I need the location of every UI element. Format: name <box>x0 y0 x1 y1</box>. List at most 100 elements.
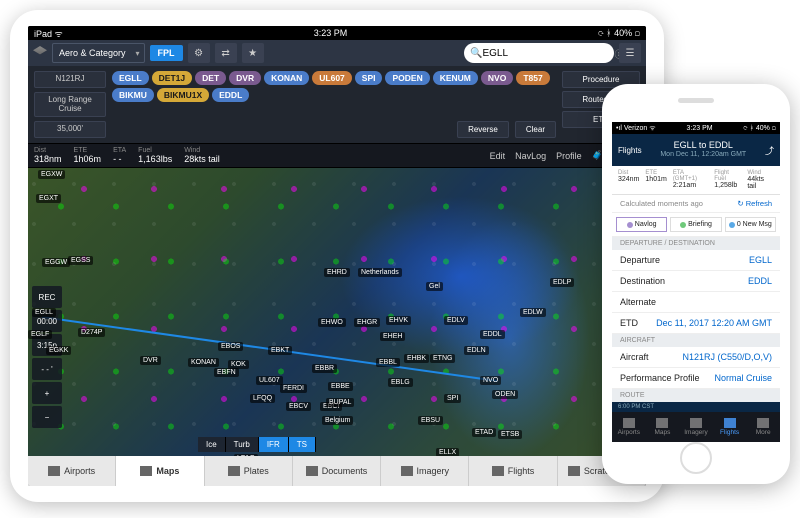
map-waypoint[interactable]: EDLP <box>550 278 574 287</box>
map-waypoint[interactable]: ODEN <box>492 390 518 399</box>
ip-nav-flights[interactable]: Flights <box>713 412 747 442</box>
edit-button[interactable]: Edit <box>490 151 506 161</box>
map-waypoint[interactable]: D274P <box>78 328 105 337</box>
nav-maps[interactable]: Maps <box>116 456 204 486</box>
map-waypoint[interactable]: ETAD <box>472 428 496 437</box>
map-waypoint[interactable]: Netherlands <box>358 268 402 277</box>
map-waypoint[interactable]: EGGW <box>42 258 70 267</box>
ice-button[interactable]: Ice <box>198 437 226 452</box>
route-chip[interactable]: UL607 <box>312 71 352 85</box>
map-waypoint[interactable]: EHVK <box>386 316 411 325</box>
route-chip[interactable]: NVO <box>481 71 513 85</box>
map-waypoint[interactable]: DVR <box>140 356 161 365</box>
route-chip[interactable]: KONAN <box>264 71 309 85</box>
profile-button[interactable]: Profile <box>556 151 582 161</box>
ifr-button[interactable]: IFR <box>259 437 289 452</box>
altitude-box[interactable]: 35,000' <box>34 121 106 138</box>
layers-icon[interactable] <box>33 46 47 60</box>
refresh-button[interactable]: ↻ Refresh <box>737 199 772 208</box>
search-box[interactable]: 🔍 ⓧ <box>464 43 614 63</box>
map-waypoint[interactable]: EDLW <box>520 308 546 317</box>
map-waypoint[interactable]: EDLV <box>444 316 468 325</box>
map-waypoint[interactable]: EBBL <box>376 358 400 367</box>
map-waypoint[interactable]: FERDI <box>280 384 307 393</box>
route-chip[interactable]: BIKMU <box>112 88 154 102</box>
map-waypoint[interactable]: EHGR <box>354 318 380 327</box>
ip-nav-maps[interactable]: Maps <box>646 412 680 442</box>
map-waypoint[interactable]: EBKT <box>268 346 292 355</box>
alt-readout[interactable]: - - ' <box>32 358 62 380</box>
row-perf[interactable]: Performance ProfileNormal Cruise <box>612 368 780 389</box>
route-chip[interactable]: KENUM <box>433 71 478 85</box>
route-chip[interactable]: T857 <box>516 71 549 85</box>
row-etd[interactable]: ETDDec 11, 2017 12:20 AM GMT <box>612 313 780 334</box>
aircraft-id[interactable]: N121RJ <box>34 71 106 88</box>
map-waypoint[interactable]: EBBE <box>328 382 353 391</box>
row-alternate[interactable]: Alternate <box>612 292 780 313</box>
map-waypoint[interactable]: EGXW <box>38 170 65 179</box>
tab-briefing[interactable]: Briefing <box>670 217 721 232</box>
map-waypoint[interactable]: Belgium <box>322 416 353 425</box>
ip-nav-more[interactable]: More <box>746 412 780 442</box>
shuffle-icon[interactable]: ⇄ <box>215 43 237 63</box>
gear-icon[interactable]: ⚙ <box>188 43 210 63</box>
route-chip[interactable]: SPI <box>355 71 383 85</box>
back-button[interactable]: Flights <box>618 146 642 155</box>
zoom-in-button[interactable]: + <box>32 382 62 404</box>
map-waypoint[interactable]: EBLG <box>388 378 413 387</box>
map-waypoint[interactable]: EGLF <box>28 330 52 339</box>
map-waypoint[interactable]: EGSS <box>68 256 93 265</box>
ip-nav-imagery[interactable]: Imagery <box>679 412 713 442</box>
map-waypoint[interactable]: EGKK <box>46 346 71 355</box>
map-waypoint[interactable]: UL607 <box>256 376 283 385</box>
nav-plates[interactable]: Plates <box>205 456 293 486</box>
ts-button[interactable]: TS <box>289 437 316 452</box>
route-chip[interactable]: DET1J <box>152 71 192 85</box>
map-waypoint[interactable]: SPI <box>444 394 461 403</box>
map-view[interactable]: REC 00:00 3:15p - - ' + − Ice Turb IFR T… <box>28 168 646 478</box>
map-waypoint[interactable]: EBFN <box>214 368 239 377</box>
map-waypoint[interactable]: NVO <box>480 376 501 385</box>
map-waypoint[interactable]: EGXT <box>36 194 61 203</box>
map-waypoint[interactable]: EGLL <box>32 308 56 317</box>
layer-dropdown[interactable]: Aero & Category <box>52 43 145 63</box>
route-chip[interactable]: BIKMU1X <box>157 88 209 102</box>
map-waypoint[interactable]: EHRD <box>324 268 350 277</box>
tab-navlog[interactable]: Navlog <box>616 217 667 232</box>
share-icon[interactable]: ⤴ <box>765 144 774 157</box>
map-waypoint[interactable]: EBCV <box>286 402 311 411</box>
map-waypoint[interactable]: EBBR <box>312 364 337 373</box>
navlog-button[interactable]: NavLog <box>515 151 546 161</box>
search-input[interactable] <box>482 48 614 59</box>
rec-button[interactable]: REC <box>32 286 62 308</box>
reverse-button[interactable]: Reverse <box>457 121 509 138</box>
map-waypoint[interactable]: EDLN <box>464 346 489 355</box>
nav-flights[interactable]: Flights <box>469 456 557 486</box>
route-chip[interactable]: EDDL <box>212 88 249 102</box>
map-waypoint[interactable]: BUPAL <box>326 398 354 407</box>
route-chip[interactable]: DET <box>195 71 226 85</box>
map-waypoint[interactable]: EHWO <box>318 318 346 327</box>
map-waypoint[interactable]: LFQQ <box>250 394 275 403</box>
nav-documents[interactable]: Documents <box>293 456 381 486</box>
map-waypoint[interactable]: ETSB <box>498 430 522 439</box>
fpl-button[interactable]: FPL <box>150 45 183 61</box>
nav-airports[interactable]: Airports <box>28 456 116 486</box>
row-destination[interactable]: DestinationEDDL <box>612 271 780 292</box>
menu-icon[interactable]: ☰ <box>619 43 641 63</box>
star-icon[interactable]: ★ <box>242 43 264 63</box>
row-departure[interactable]: DepartureEGLL <box>612 250 780 271</box>
row-aircraft[interactable]: AircraftN121RJ (C550/D,O,V) <box>612 347 780 368</box>
map-waypoint[interactable]: ETNG <box>430 354 455 363</box>
route-chip[interactable]: DVR <box>229 71 261 85</box>
nav-imagery[interactable]: Imagery <box>381 456 469 486</box>
map-waypoint[interactable]: EHEH <box>380 332 405 341</box>
clear-button[interactable]: Clear <box>515 121 556 138</box>
map-waypoint[interactable]: EBSU <box>418 416 443 425</box>
tab-messages[interactable]: 0 New Msg <box>725 217 776 232</box>
perf-profile[interactable]: Long Range Cruise <box>34 92 106 118</box>
map-waypoint[interactable]: EBOS <box>218 342 243 351</box>
route-chip[interactable]: EGLL <box>112 71 149 85</box>
map-waypoint[interactable]: KONAN <box>188 358 219 367</box>
turb-button[interactable]: Turb <box>226 437 259 452</box>
